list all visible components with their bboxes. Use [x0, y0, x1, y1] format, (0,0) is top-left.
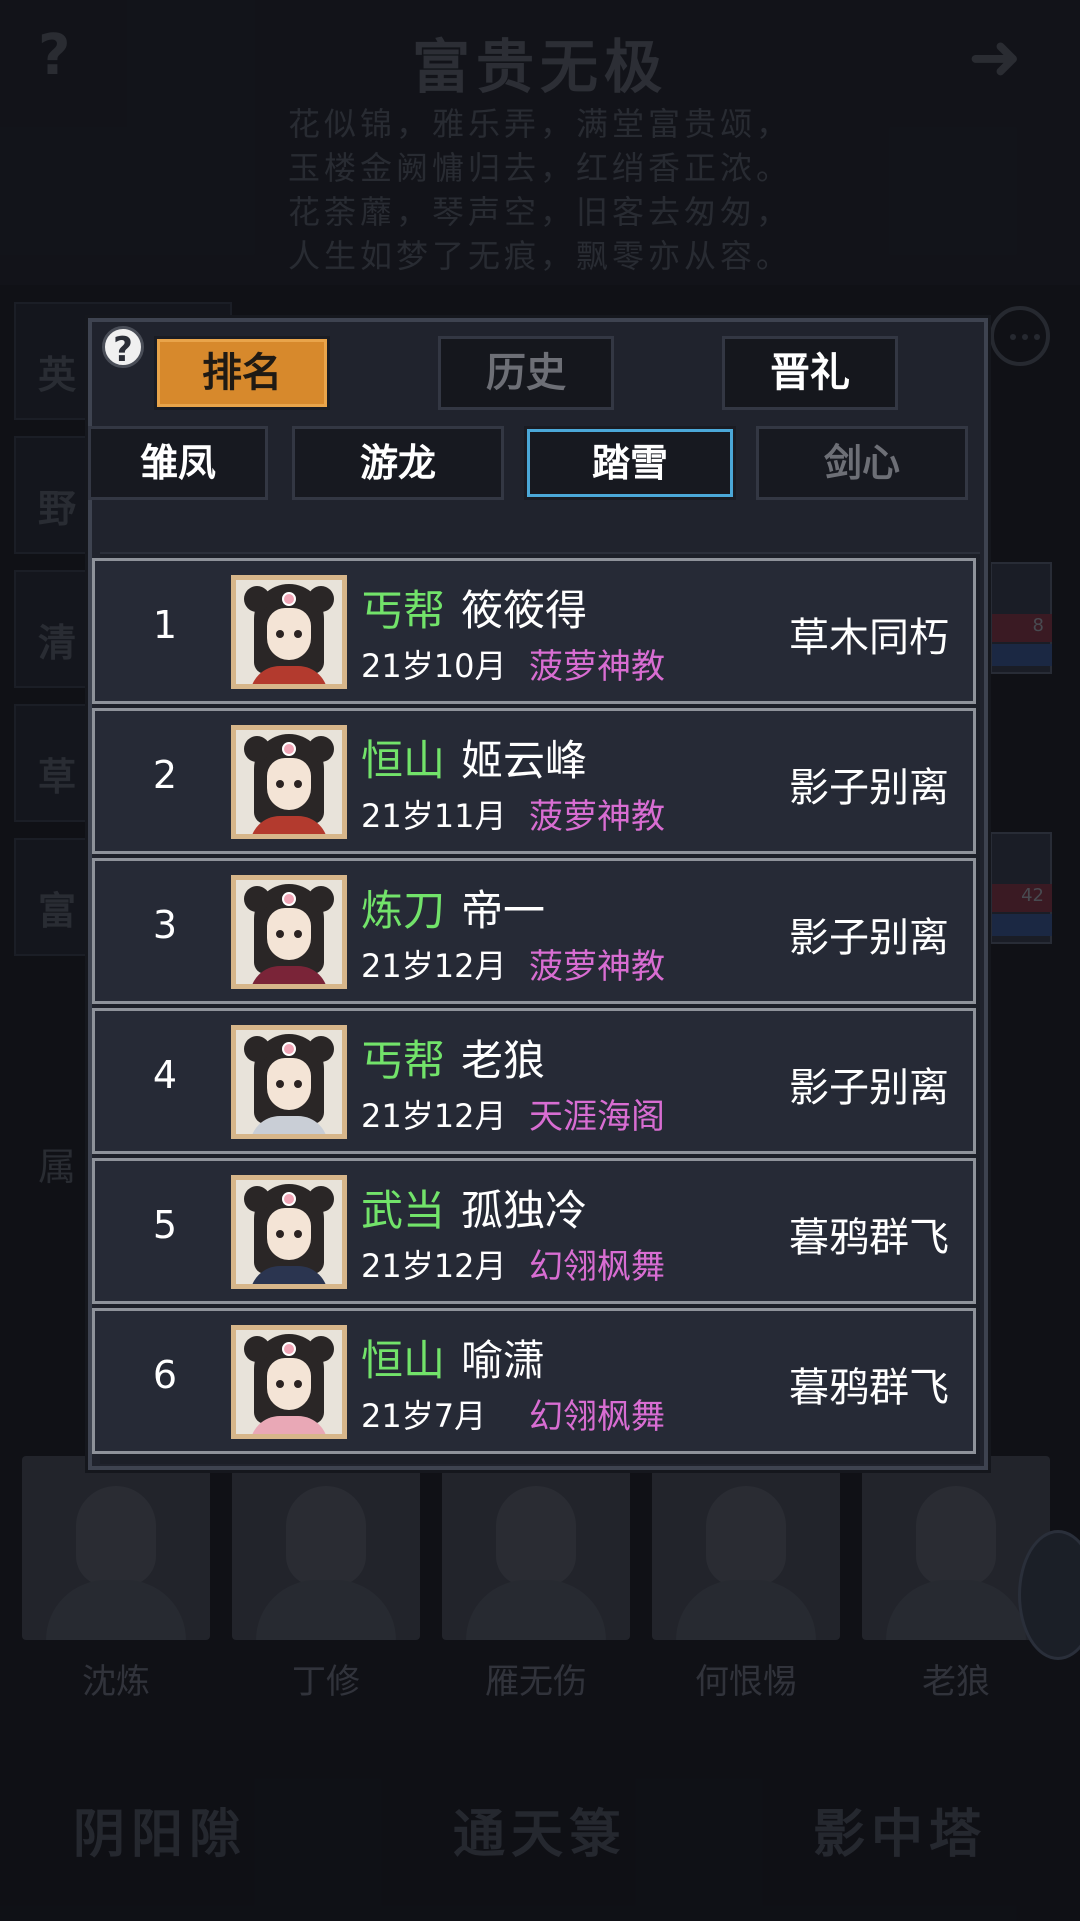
- subtab-taxue[interactable]: 踏雪: [524, 426, 736, 500]
- hair-flower-icon: [282, 592, 296, 606]
- avatar-eye: [294, 1080, 302, 1088]
- sect-label: 丐帮: [361, 1036, 446, 1085]
- player-name: 姬云峰: [461, 736, 588, 785]
- avatar-bun: [244, 736, 270, 762]
- avatar[interactable]: [231, 1175, 347, 1289]
- avatar-bun: [308, 586, 334, 612]
- player-name: 帝一: [461, 886, 546, 935]
- ranking-row[interactable]: 3 炼刀 帝一 21岁12月 菠萝神教 影子别离: [92, 858, 976, 1004]
- help-icon[interactable]: ?: [102, 326, 144, 370]
- avatar-bun: [244, 1036, 270, 1062]
- sect-label: 丐帮: [361, 586, 446, 635]
- avatar-face: [267, 1208, 311, 1260]
- hair-flower-icon: [282, 1342, 296, 1356]
- guild-name: 菠萝神教: [529, 797, 665, 837]
- ranking-row[interactable]: 1 丐帮 筱筱得 21岁10月 菠萝神教 草木同朽: [92, 558, 976, 704]
- player-name: 喻潇: [461, 1336, 546, 1385]
- player-title: 暮鸦群飞: [789, 1215, 949, 1261]
- player-age: 21岁12月: [361, 947, 507, 985]
- rank-number: 6: [152, 1353, 178, 1397]
- player-age: 21岁12月: [361, 1097, 507, 1135]
- player-title: 影子别离: [789, 765, 949, 811]
- avatar[interactable]: [231, 575, 347, 689]
- rank-number: 2: [152, 753, 178, 797]
- player-name: 老狼: [461, 1036, 546, 1085]
- sect-label: 恒山: [361, 736, 446, 785]
- avatar-bun: [308, 886, 334, 912]
- player-title: 影子别离: [789, 1065, 949, 1111]
- avatar-bun: [244, 886, 270, 912]
- hair-flower-icon: [282, 1192, 296, 1206]
- player-age: 21岁12月: [361, 1247, 507, 1285]
- ranking-row[interactable]: 4 丐帮 老狼 21岁12月 天涯海阁 影子别离: [92, 1008, 976, 1154]
- player-age: 21岁10月: [361, 647, 507, 685]
- rank-number: 3: [152, 903, 178, 947]
- player-title: 草木同朽: [789, 615, 949, 661]
- ranking-row[interactable]: 5 武当 孤独冷 21岁12月 幻翎枫舞 暮鸦群飞: [92, 1158, 976, 1304]
- avatar-face: [267, 1058, 311, 1110]
- avatar-eye: [294, 930, 302, 938]
- avatar-eye: [276, 630, 284, 638]
- avatar-eye: [294, 1380, 302, 1388]
- guild-name: 幻翎枫舞: [529, 1397, 665, 1437]
- avatar[interactable]: [231, 1325, 347, 1439]
- player-title: 影子别离: [789, 915, 949, 961]
- avatar-bun: [308, 1036, 334, 1062]
- avatar-eye: [276, 930, 284, 938]
- rank-number: 1: [152, 603, 178, 647]
- subtab-youlong[interactable]: 游龙: [292, 426, 504, 500]
- avatar[interactable]: [231, 725, 347, 839]
- rank-number: 4: [152, 1053, 178, 1097]
- tab-ranking[interactable]: 排名: [154, 336, 330, 410]
- avatar-eye: [294, 630, 302, 638]
- subtab-chufeng[interactable]: 雏凤: [88, 426, 268, 500]
- subtab-jianxin[interactable]: 剑心: [756, 426, 968, 500]
- avatar-face: [267, 758, 311, 810]
- avatar-eye: [294, 780, 302, 788]
- avatar-bun: [244, 1336, 270, 1362]
- guild-name: 菠萝神教: [529, 647, 665, 687]
- guild-name: 幻翎枫舞: [529, 1247, 665, 1287]
- avatar[interactable]: [231, 875, 347, 989]
- guild-name: 天涯海阁: [529, 1097, 665, 1137]
- avatar[interactable]: [231, 1025, 347, 1139]
- player-age: 21岁11月: [361, 797, 507, 835]
- avatar-eye: [276, 780, 284, 788]
- avatar-bun: [308, 1336, 334, 1362]
- ranking-modal: ? 排名 历史 晋礼 雏凤 游龙 踏雪 剑心 1 丐帮 筱筱得 21岁10月 菠萝神教草…: [88, 318, 988, 1470]
- avatar-face: [267, 908, 311, 960]
- hair-flower-icon: [282, 892, 296, 906]
- avatar-bun: [244, 586, 270, 612]
- ranking-row[interactable]: 2 恒山 姬云峰 21岁11月 菠萝神教 影子别离: [92, 708, 976, 854]
- tab-promotion[interactable]: 晋礼: [722, 336, 898, 410]
- avatar-eye: [276, 1380, 284, 1388]
- hair-flower-icon: [282, 1042, 296, 1056]
- avatar-bun: [308, 1186, 334, 1212]
- ranking-row[interactable]: 6 恒山 喻潇 21岁7月 幻翎枫舞 暮鸦群飞: [92, 1308, 976, 1454]
- avatar-bun: [308, 736, 334, 762]
- avatar-face: [267, 1358, 311, 1410]
- avatar-eye: [294, 1230, 302, 1238]
- sect-label: 恒山: [361, 1336, 446, 1385]
- sect-label: 武当: [361, 1186, 446, 1235]
- hair-flower-icon: [282, 742, 296, 756]
- tab-history[interactable]: 历史: [438, 336, 614, 410]
- player-age: 21岁7月: [361, 1397, 487, 1435]
- player-name: 筱筱得: [461, 586, 588, 635]
- guild-name: 菠萝神教: [529, 947, 665, 987]
- avatar-eye: [276, 1080, 284, 1088]
- avatar-eye: [276, 1230, 284, 1238]
- rank-number: 5: [152, 1203, 178, 1247]
- player-title: 暮鸦群飞: [789, 1365, 949, 1411]
- avatar-bun: [244, 1186, 270, 1212]
- player-name: 孤独冷: [461, 1186, 588, 1235]
- avatar-face: [267, 608, 311, 660]
- sect-label: 炼刀: [361, 886, 446, 935]
